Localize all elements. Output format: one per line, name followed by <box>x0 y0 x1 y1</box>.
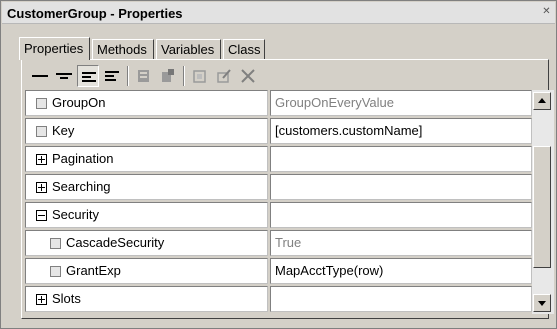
property-value[interactable] <box>270 202 532 228</box>
property-name: GroupOn <box>52 95 106 110</box>
property-name: Security <box>52 207 99 222</box>
property-name-cell[interactable]: GrantExp <box>25 258 268 284</box>
property-name: Pagination <box>52 151 114 166</box>
expand-plus-icon[interactable] <box>36 182 47 193</box>
property-name: GrantExp <box>66 263 121 278</box>
property-row[interactable]: GroupOn GroupOnEveryValue <box>25 90 532 118</box>
property-row[interactable]: Security <box>25 202 532 230</box>
property-name: Searching <box>52 179 111 194</box>
window-title: CustomerGroup - Properties <box>7 6 183 21</box>
property-value[interactable] <box>270 146 532 172</box>
align-left-icon[interactable] <box>77 65 99 87</box>
close-icon[interactable]: ✕ <box>541 7 552 18</box>
arrow-up-icon <box>538 98 546 103</box>
property-row[interactable]: Searching <box>25 174 532 202</box>
collapse-minus-icon[interactable] <box>36 210 47 221</box>
toolbar <box>29 63 329 89</box>
properties-window: CustomerGroup - Properties ✕ Properties … <box>0 0 557 329</box>
tab-class[interactable]: Class <box>223 39 265 59</box>
property-name-cell[interactable]: Searching <box>25 174 268 200</box>
title-bar[interactable]: CustomerGroup - Properties ✕ <box>2 2 555 24</box>
property-checkbox[interactable] <box>36 126 47 137</box>
property-name-cell[interactable]: CascadeSecurity <box>25 230 268 256</box>
property-name: Key <box>52 123 75 138</box>
property-row[interactable]: Pagination <box>25 146 532 174</box>
property-checkbox[interactable] <box>50 238 61 249</box>
tab-methods-label: Methods <box>97 42 147 57</box>
property-value[interactable]: [customers.customName] <box>270 118 532 144</box>
tab-variables[interactable]: Variables <box>156 39 221 59</box>
edit-property-icon[interactable] <box>213 65 235 87</box>
property-name-cell[interactable]: Key <box>25 118 268 144</box>
tab-class-label: Class <box>228 42 261 57</box>
delete-icon[interactable] <box>237 65 259 87</box>
property-value[interactable]: True <box>270 230 532 256</box>
scroll-down-button[interactable] <box>533 294 551 312</box>
tab-properties[interactable]: Properties <box>19 37 90 60</box>
property-name-cell[interactable]: Pagination <box>25 146 268 172</box>
scroll-up-button[interactable] <box>533 92 551 110</box>
property-checkbox[interactable] <box>50 266 61 277</box>
show-set-properties-icon[interactable] <box>53 65 75 87</box>
align-indent-icon[interactable] <box>101 65 123 87</box>
property-row[interactable]: GrantExp MapAcctType(row) <box>25 258 532 286</box>
tab-methods[interactable]: Methods <box>92 39 154 59</box>
property-name-cell[interactable]: Slots <box>25 286 268 312</box>
show-all-properties-icon[interactable] <box>29 65 51 87</box>
expand-plus-icon[interactable] <box>36 154 47 165</box>
property-value[interactable] <box>270 174 532 200</box>
scroll-thumb[interactable] <box>533 146 551 268</box>
property-value[interactable] <box>270 286 532 312</box>
arrow-down-icon <box>538 301 546 306</box>
property-value[interactable]: MapAcctType(row) <box>270 258 532 284</box>
property-name-cell[interactable]: Security <box>25 202 268 228</box>
property-row[interactable]: CascadeSecurity True <box>25 230 532 258</box>
inherit-props-icon[interactable] <box>157 65 179 87</box>
property-row[interactable]: Slots <box>25 286 532 314</box>
expand-plus-icon[interactable] <box>36 294 47 305</box>
property-name: CascadeSecurity <box>66 235 165 250</box>
toolbar-separator <box>183 66 185 86</box>
property-value[interactable]: GroupOnEveryValue <box>270 90 532 116</box>
toolbar-separator <box>127 66 129 86</box>
property-checkbox[interactable] <box>36 98 47 109</box>
vertical-scrollbar[interactable] <box>532 90 554 314</box>
property-grid: GroupOn GroupOnEveryValue Key [customers… <box>25 90 532 314</box>
new-property-icon[interactable] <box>189 65 211 87</box>
property-name: Slots <box>52 291 81 306</box>
property-name-cell[interactable]: GroupOn <box>25 90 268 116</box>
tab-properties-label: Properties <box>24 41 84 56</box>
database-props-icon[interactable] <box>133 65 155 87</box>
property-row[interactable]: Key [customers.customName] <box>25 118 532 146</box>
tab-variables-label: Variables <box>161 42 215 57</box>
